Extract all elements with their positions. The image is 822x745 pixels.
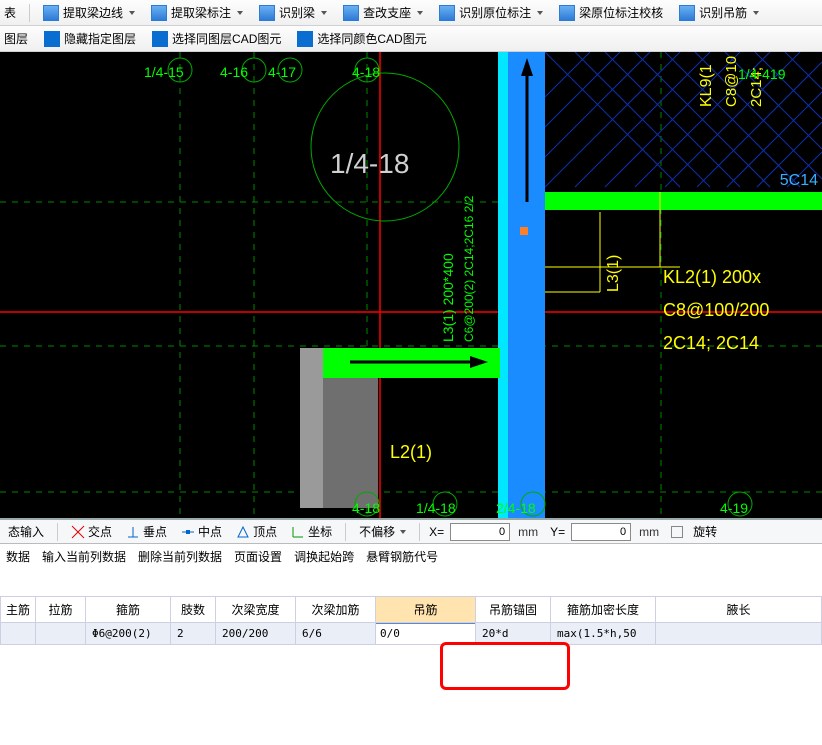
col-gujin[interactable]: 箍筋 xyxy=(86,597,171,623)
col-lajin[interactable]: 拉筋 xyxy=(36,597,86,623)
toolbar-main: 表 提取梁边线 提取梁标注 识别梁 查改支座 识别原位标注 梁原位标注校核 识别… xyxy=(0,0,822,26)
node-4-18: 4-18 xyxy=(352,64,380,80)
page-setup-button[interactable]: 页面设置 xyxy=(234,548,282,565)
rotate-label: 旋转 xyxy=(693,523,717,540)
label-l2: L2(1) xyxy=(390,442,432,463)
x-unit: mm xyxy=(518,525,538,539)
node-b-4-19: 4-19 xyxy=(720,500,748,516)
label-l3-a: L3(1) 200*400 xyxy=(440,253,456,342)
table-header-row: 主筋 拉筋 箍筋 肢数 次梁宽度 次梁加筋 吊筋 吊筋锚固 箍筋加密长度 腋长 xyxy=(1,597,822,623)
cell-yechang[interactable] xyxy=(656,623,822,645)
diaojin-input[interactable] xyxy=(376,624,475,644)
col-ciliangjia[interactable]: 次梁加筋 xyxy=(296,597,376,623)
snap-jiao[interactable]: 交点 xyxy=(67,522,116,541)
label-top-right: 1/4-419 xyxy=(738,66,785,82)
extract-edge-button[interactable]: 提取梁边线 xyxy=(37,2,141,23)
layer-tab[interactable]: 表 xyxy=(4,2,22,23)
col-yechang[interactable]: 腋长 xyxy=(656,597,822,623)
table-row[interactable]: Φ6@200(2) 2 200/200 6/6 20*d max(1.5*h,5… xyxy=(1,623,822,645)
osnap-bar: 态输入 交点 垂点 中点 顶点 坐标 不偏移 X= mm Y= mm 旋转 xyxy=(0,518,822,544)
node-4-16: 4-16 xyxy=(220,64,248,80)
cell-diaojinmao[interactable]: 20*d xyxy=(476,623,551,645)
pick-same-layer-button[interactable]: 选择同图层CAD图元 xyxy=(146,28,287,49)
toolbar-cad: 图层 隐藏指定图层 选择同图层CAD图元 选择同颜色CAD图元 xyxy=(0,26,822,52)
cell-jiami[interactable]: max(1.5*h,50 xyxy=(551,623,656,645)
label-big-1-4-18: 1/4-18 xyxy=(330,148,409,180)
swap-span-button[interactable]: 调换起始跨 xyxy=(294,548,354,565)
layer-label[interactable]: 图层 xyxy=(4,28,34,49)
node-b-4-18: 4-18 xyxy=(352,500,380,516)
label-kl2a: KL2(1) 200x xyxy=(663,267,761,288)
node-b-1-4-18: 1/4-18 xyxy=(416,500,456,516)
cell-zhishu[interactable]: 2 xyxy=(171,623,216,645)
recognize-inplace-button[interactable]: 识别原位标注 xyxy=(433,2,549,23)
y-input[interactable] xyxy=(571,523,631,541)
recognize-beam-button[interactable]: 识别梁 xyxy=(253,2,333,23)
x-input[interactable] xyxy=(450,523,510,541)
cell-ciliangkuan[interactable]: 200/200 xyxy=(216,623,296,645)
snap-ding[interactable]: 顶点 xyxy=(232,522,281,541)
cell-gujin[interactable]: Φ6@200(2) xyxy=(86,623,171,645)
cell-diaojin[interactable] xyxy=(376,623,476,645)
node-1-4-15: 1/4-15 xyxy=(144,64,184,80)
verify-inplace-button[interactable]: 梁原位标注校核 xyxy=(553,2,669,23)
data-toolbar: 数据 输入当前列数据 删除当前列数据 页面设置 调换起始跨 悬臂钢筋代号 xyxy=(0,544,822,568)
y-label: Y= xyxy=(550,525,565,539)
label-kl2c: 2C14; 2C14 xyxy=(663,333,759,354)
snap-zuobiao[interactable]: 坐标 xyxy=(287,522,336,541)
snap-zhong[interactable]: 中点 xyxy=(177,522,226,541)
col-diaojinmao[interactable]: 吊筋锚固 xyxy=(476,597,551,623)
recognize-diaojin-button[interactable]: 识别吊筋 xyxy=(673,2,765,23)
data-tab[interactable]: 数据 xyxy=(6,548,30,565)
col-jiami[interactable]: 箍筋加密长度 xyxy=(551,597,656,623)
cell-lajin[interactable] xyxy=(36,623,86,645)
x-label: X= xyxy=(429,525,444,539)
snap-chui[interactable]: 垂点 xyxy=(122,522,171,541)
dyn-input-button[interactable]: 态输入 xyxy=(4,522,48,541)
label-l3-right: L3(1) xyxy=(605,255,623,292)
delete-col-button[interactable]: 删除当前列数据 xyxy=(138,548,222,565)
highlight-box xyxy=(440,642,570,690)
col-ciliangkuan[interactable]: 次梁宽度 xyxy=(216,597,296,623)
cell-zhujin[interactable] xyxy=(1,623,36,645)
rotate-checkbox[interactable] xyxy=(671,526,683,538)
input-col-button[interactable]: 输入当前列数据 xyxy=(42,548,126,565)
node-b-2-4-18: 2/4-18 xyxy=(496,500,536,516)
hide-layer-button[interactable]: 隐藏指定图层 xyxy=(38,28,142,49)
y-unit: mm xyxy=(639,525,659,539)
label-kl2b: C8@100/200 xyxy=(663,300,769,321)
pick-same-color-button[interactable]: 选择同颜色CAD图元 xyxy=(291,28,432,49)
col-diaojin[interactable]: 吊筋 xyxy=(376,597,476,623)
col-zhishu[interactable]: 肢数 xyxy=(171,597,216,623)
label-l3-b: C6@200(2) 2C14;2C16 2/2 xyxy=(462,196,476,342)
label-kl9: KL9(1 xyxy=(698,64,716,107)
node-4-17: 4-17 xyxy=(268,64,296,80)
check-seat-button[interactable]: 查改支座 xyxy=(337,2,429,23)
cell-ciliangjia[interactable]: 6/6 xyxy=(296,623,376,645)
col-zhujin[interactable]: 主筋 xyxy=(1,597,36,623)
label-5c14: 5C14 xyxy=(780,172,818,190)
cantilever-button[interactable]: 悬臂钢筋代号 xyxy=(366,548,438,565)
drawing-canvas[interactable]: 1/4-15 4-16 4-17 4-18 1/4-18 L3(1) 200*4… xyxy=(0,52,822,518)
rebar-table[interactable]: 主筋 拉筋 箍筋 肢数 次梁宽度 次梁加筋 吊筋 吊筋锚固 箍筋加密长度 腋长 … xyxy=(0,596,822,645)
extract-annot-button[interactable]: 提取梁标注 xyxy=(145,2,249,23)
offset-mode[interactable]: 不偏移 xyxy=(355,522,410,541)
